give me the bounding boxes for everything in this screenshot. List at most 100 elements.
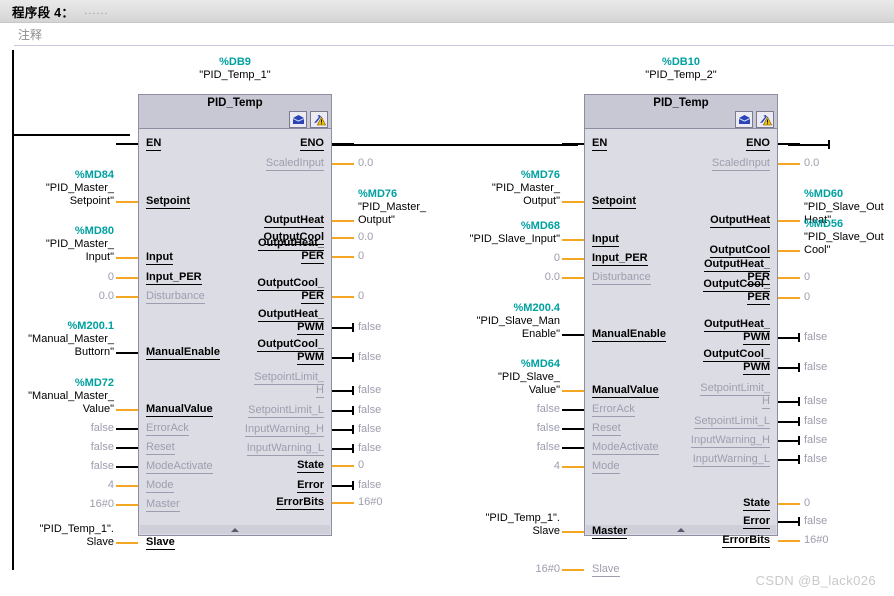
input-pin-input-per[interactable]: Input_PER [146,271,202,285]
fb-expand-handle[interactable] [140,525,330,534]
input-operand[interactable]: 0 [108,271,114,284]
output-pin-inputwarning-l[interactable]: InputWarning_L [246,442,324,456]
input-pin-modeactivate[interactable]: ModeActivate [146,460,213,474]
output-pin-outputheat-pwm[interactable]: OutputHeat_ PWM [258,308,324,335]
input-pin-input-per[interactable]: Input_PER [592,252,648,266]
output-pin-eno[interactable]: ENO [746,137,770,151]
output-operand[interactable]: 0 [804,497,810,510]
output-pin-scaledinput[interactable]: ScaledInput [711,157,770,171]
input-operand[interactable]: false [537,422,560,435]
input-operand[interactable]: 0 [554,252,560,265]
output-pin-outputheat[interactable]: OutputHeat [264,214,324,228]
input-operand[interactable]: %MD64 "PID_Slave_ Value" [498,358,560,397]
output-pin-setpointlimit-h[interactable]: SetpointLimit_ H [700,382,770,409]
input-operand[interactable]: false [537,441,560,454]
input-pin-input[interactable]: Input [146,251,173,265]
input-pin-setpoint[interactable]: Setpoint [146,195,190,209]
output-operand[interactable]: 0 [804,271,810,284]
output-pin-state[interactable]: State [743,497,770,511]
input-operand[interactable]: %MD76 "PID_Master_ Output" [492,169,560,208]
output-pin-outputcool-pwm[interactable]: OutputCool_ PWM [703,348,770,375]
output-operand[interactable]: 0 [358,459,364,472]
output-operand[interactable]: 0 [358,250,364,263]
output-operand[interactable]: 0 [804,291,810,304]
input-pin-manualvalue[interactable]: ManualValue [592,384,659,398]
output-operand[interactable]: false [358,442,381,455]
input-pin-disturbance[interactable]: Disturbance [592,271,651,285]
output-pin-setpointlimit-l[interactable]: SetpointLimit_L [694,415,770,429]
output-operand[interactable]: %MD76 "PID_Master_ Output" [358,188,426,227]
open-folder-icon[interactable] [289,111,307,128]
output-operand[interactable]: false [358,351,381,364]
input-operand[interactable]: "PID_Temp_1". Slave [40,523,114,549]
input-operand[interactable]: 4 [108,479,114,492]
output-operand[interactable]: false [358,479,381,492]
output-operand[interactable]: false [358,423,381,436]
output-pin-setpointlimit-h[interactable]: SetpointLimit_ H [254,371,324,398]
input-pin-mode[interactable]: Mode [592,460,620,474]
input-pin-en[interactable]: EN [592,137,608,151]
output-operand[interactable]: false [804,331,827,344]
output-operand[interactable]: false [358,404,381,417]
input-operand[interactable]: false [91,441,114,454]
input-operand[interactable]: 16#0 [536,563,560,576]
output-operand[interactable]: false [804,515,827,528]
output-pin-error[interactable]: Error [297,479,324,493]
output-operand[interactable]: 0.0 [358,231,373,244]
output-pin-state[interactable]: State [297,459,324,473]
input-operand[interactable]: false [91,422,114,435]
output-pin-error[interactable]: Error [743,515,770,529]
output-pin-outputcool-per[interactable]: OutputCool_ PER [703,278,770,305]
input-pin-input[interactable]: Input [592,233,619,247]
input-pin-manualenable[interactable]: ManualEnable [146,346,220,360]
output-pin-outputcool-per[interactable]: OutputCool_ PER [257,277,324,304]
output-pin-outputheat-pwm[interactable]: OutputHeat_ PWM [704,318,770,345]
output-pin-outputheat-per[interactable]: OutputHeat_ PER [258,237,324,264]
output-pin-scaledinput[interactable]: ScaledInput [265,157,324,171]
config-warning-icon[interactable] [756,111,774,128]
input-operand[interactable]: %MD80 "PID_Master_ Input" [46,225,114,264]
input-operand[interactable]: false [91,460,114,473]
network-comment-bar[interactable]: 注释 [0,23,894,45]
input-pin-errorack[interactable]: ErrorAck [592,403,635,417]
input-pin-errorack[interactable]: ErrorAck [146,422,189,436]
output-operand[interactable]: false [804,415,827,428]
input-pin-slave[interactable]: Slave [146,536,175,550]
input-pin-mode[interactable]: Mode [146,479,174,493]
output-pin-errorbits[interactable]: ErrorBits [722,534,770,548]
output-pin-outputcool-pwm[interactable]: OutputCool_ PWM [257,338,324,365]
input-operand[interactable]: 16#0 [90,498,114,511]
output-pin-inputwarning-l[interactable]: InputWarning_L [692,453,770,467]
output-operand[interactable]: 0.0 [804,157,819,170]
output-operand[interactable]: false [358,384,381,397]
output-operand[interactable]: %MD56 "PID_Slave_Out Cool" [804,218,884,257]
input-pin-disturbance[interactable]: Disturbance [146,290,205,304]
output-pin-outputcool[interactable]: OutputCool [709,244,770,258]
input-pin-modeactivate[interactable]: ModeActivate [592,441,659,455]
input-operand[interactable]: 4 [554,460,560,473]
output-pin-setpointlimit-l[interactable]: SetpointLimit_L [248,404,324,418]
input-pin-reset[interactable]: Reset [146,441,175,455]
input-operand[interactable]: %M200.1 "Manual_Master_ Buttorn" [28,320,114,359]
output-operand[interactable]: false [804,453,827,466]
input-pin-manualenable[interactable]: ManualEnable [592,328,666,342]
input-operand[interactable]: %M200.4 "PID_Slave_Man Enable" [477,302,560,341]
input-operand[interactable]: 0.0 [99,290,114,303]
output-pin-eno[interactable]: ENO [300,137,324,151]
output-operand[interactable]: false [804,395,827,408]
input-operand[interactable]: 0.0 [545,271,560,284]
output-pin-errorbits[interactable]: ErrorBits [276,496,324,510]
output-operand[interactable]: 0.0 [358,157,373,170]
config-warning-icon[interactable] [310,111,328,128]
input-pin-reset[interactable]: Reset [592,422,621,436]
input-pin-master[interactable]: Master [146,498,180,512]
input-operand[interactable]: %MD72 "Manual_Master_ Value" [28,377,114,416]
output-operand[interactable]: false [804,361,827,374]
input-operand[interactable]: %MD84 "PID_Master_ Setpoint" [46,169,114,208]
input-operand[interactable]: %MD68 "PID_Slave_Input" [470,220,560,246]
input-pin-en[interactable]: EN [146,137,162,151]
input-pin-manualvalue[interactable]: ManualValue [146,403,213,417]
input-pin-master[interactable]: Master [592,525,628,539]
input-operand[interactable]: false [537,403,560,416]
input-pin-slave[interactable]: Slave [592,563,620,577]
